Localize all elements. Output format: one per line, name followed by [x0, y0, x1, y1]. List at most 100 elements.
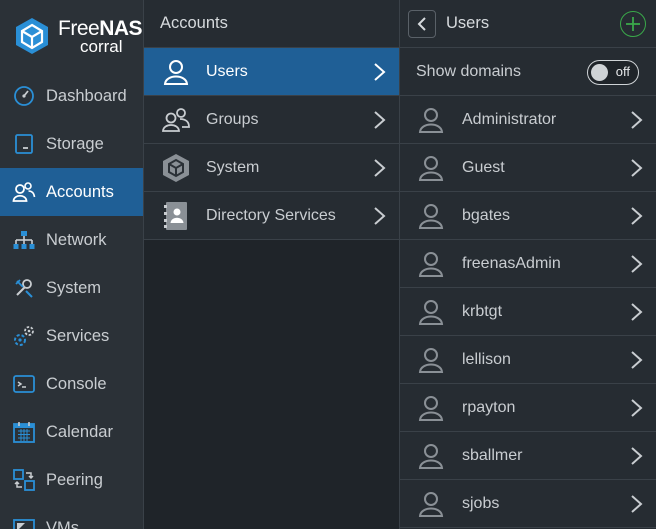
- user-name: rpayton: [462, 398, 516, 416]
- user-icon: [160, 56, 192, 88]
- users-panel-header: Users: [400, 0, 656, 48]
- user-name: sjobs: [462, 494, 500, 512]
- accounts-panel: Accounts Users Groups System Directory S…: [144, 0, 400, 529]
- user-row[interactable]: lellison: [400, 336, 656, 384]
- user-row[interactable]: rpayton: [400, 384, 656, 432]
- console-icon: [12, 372, 36, 396]
- accounts-item-directory-services[interactable]: Directory Services: [144, 192, 399, 240]
- system-icon: [12, 276, 36, 300]
- chevron-right-icon: [374, 159, 386, 177]
- nav-label: Network: [46, 230, 107, 249]
- services-icon: [12, 324, 36, 348]
- nav-label: Calendar: [46, 422, 113, 441]
- accounts-item-users[interactable]: Users: [144, 48, 399, 96]
- nav-item-storage[interactable]: Storage: [0, 120, 143, 168]
- network-icon: [12, 228, 36, 252]
- chevron-right-icon: [631, 303, 643, 321]
- user-name: Administrator: [462, 110, 557, 128]
- user-row[interactable]: bgates: [400, 192, 656, 240]
- chevron-right-icon: [374, 111, 386, 129]
- nav-label: Services: [46, 326, 110, 345]
- nav-item-network[interactable]: Network: [0, 216, 143, 264]
- user-name: sballmer: [462, 446, 523, 464]
- nav-label: Dashboard: [46, 86, 127, 105]
- brand-sub: corral: [80, 36, 123, 56]
- users-panel-title: Users: [446, 14, 490, 32]
- calendar-icon: [12, 420, 36, 444]
- nav-item-system[interactable]: System: [0, 264, 143, 312]
- nav-label: System: [46, 278, 102, 297]
- chevron-right-icon: [631, 255, 643, 273]
- user-icon: [416, 489, 446, 519]
- user-icon: [416, 393, 446, 423]
- show-domains-label: Show domains: [416, 62, 521, 80]
- user-icon: [416, 153, 446, 183]
- chevron-right-icon: [374, 207, 386, 225]
- freenas-logo-icon: [16, 18, 48, 54]
- brand-name: FreeNAS: [58, 16, 143, 40]
- user-row[interactable]: krbtgt: [400, 288, 656, 336]
- nav-label: Accounts: [46, 182, 114, 201]
- user-list: Administrator Guest bgates freenasAdmin …: [400, 96, 656, 528]
- toggle-state: off: [615, 64, 630, 79]
- nav-item-console[interactable]: Console: [0, 360, 143, 408]
- user-name: freenasAdmin: [462, 254, 561, 272]
- user-row[interactable]: sballmer: [400, 432, 656, 480]
- chevron-right-icon: [631, 399, 643, 417]
- user-row[interactable]: sjobs: [400, 480, 656, 528]
- nav-label: Console: [46, 374, 107, 393]
- user-icon: [416, 345, 446, 375]
- accounts-item-label: Directory Services: [206, 206, 336, 224]
- user-name: Guest: [462, 158, 505, 176]
- user-name: krbtgt: [462, 302, 503, 320]
- chevron-right-icon: [631, 447, 643, 465]
- accounts-panel-title: Accounts: [144, 0, 399, 48]
- add-user-button[interactable]: [620, 11, 646, 37]
- user-row[interactable]: Guest: [400, 144, 656, 192]
- plus-icon: [626, 17, 640, 31]
- accounts-item-label: Groups: [206, 110, 259, 128]
- chevron-left-icon: [417, 16, 426, 31]
- chevron-right-icon: [631, 111, 643, 129]
- groups-icon: [160, 104, 192, 136]
- dashboard-icon: [12, 84, 36, 108]
- nav-label: Storage: [46, 134, 104, 153]
- nav-item-dashboard[interactable]: Dashboard: [0, 72, 143, 120]
- accounts-item-system[interactable]: System: [144, 144, 399, 192]
- system-box-icon: [160, 152, 192, 184]
- user-icon: [416, 297, 446, 327]
- chevron-right-icon: [631, 495, 643, 513]
- nav-item-calendar[interactable]: Calendar: [0, 408, 143, 456]
- accounts-icon: [12, 180, 36, 204]
- nav-item-vms[interactable]: VMs: [0, 504, 143, 529]
- storage-icon: [12, 132, 36, 156]
- user-row[interactable]: freenasAdmin: [400, 240, 656, 288]
- user-name: bgates: [462, 206, 511, 224]
- vms-icon: [12, 516, 36, 529]
- nav-item-accounts[interactable]: Accounts: [0, 168, 143, 216]
- accounts-item-label: Users: [206, 62, 248, 80]
- user-row[interactable]: Administrator: [400, 96, 656, 144]
- nav-label: Peering: [46, 470, 103, 489]
- nav-item-peering[interactable]: Peering: [0, 456, 143, 504]
- accounts-item-groups[interactable]: Groups: [144, 96, 399, 144]
- chevron-right-icon: [631, 207, 643, 225]
- chevron-right-icon: [374, 63, 386, 81]
- accounts-item-label: System: [206, 158, 260, 176]
- show-domains-toggle[interactable]: off: [587, 60, 639, 85]
- peering-icon: [12, 468, 36, 492]
- user-icon: [416, 249, 446, 279]
- main-nav: FreeNAS corral Dashboard Storage Account…: [0, 0, 144, 529]
- nav-label: VMs: [46, 518, 79, 529]
- users-panel: Users Show domains off Administrator Gue…: [400, 0, 656, 529]
- user-icon: [416, 201, 446, 231]
- chevron-right-icon: [631, 159, 643, 177]
- show-domains-row: Show domains off: [400, 48, 656, 96]
- back-button[interactable]: [408, 9, 436, 38]
- chevron-right-icon: [631, 351, 643, 369]
- user-icon: [416, 441, 446, 471]
- toggle-knob: [591, 63, 608, 81]
- nav-item-services[interactable]: Services: [0, 312, 143, 360]
- directory-icon: [160, 200, 192, 232]
- freenas-logo: FreeNAS corral: [0, 0, 143, 72]
